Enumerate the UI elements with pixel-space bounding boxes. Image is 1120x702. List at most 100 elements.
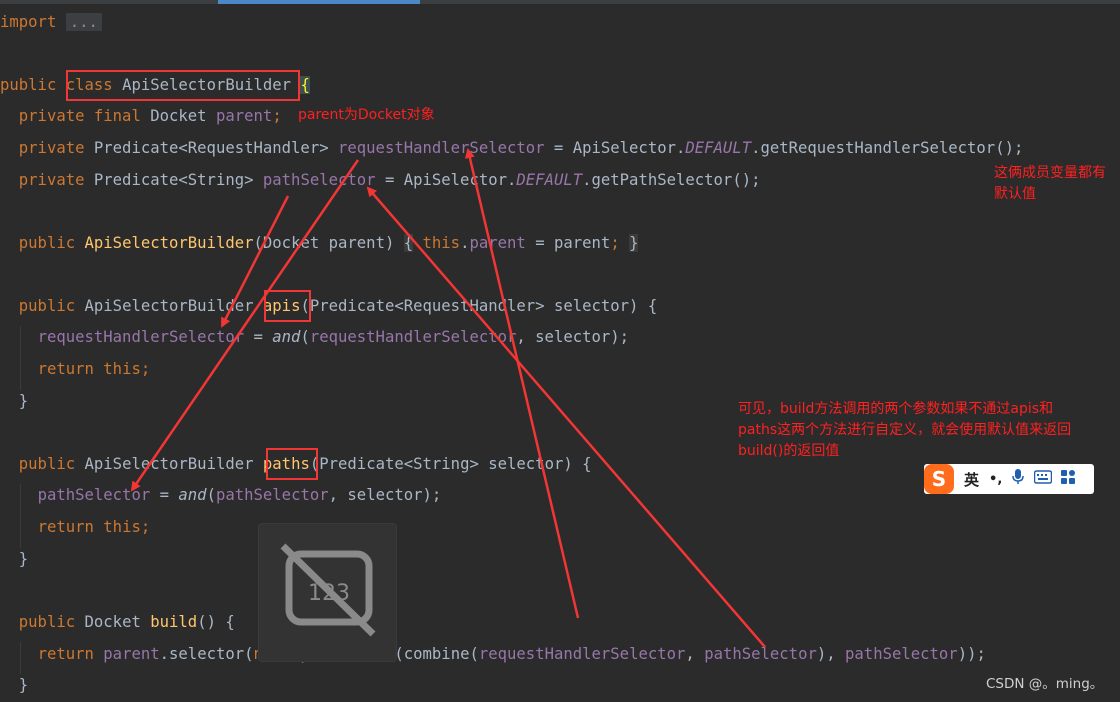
code-text: (Docket parent) [253, 234, 404, 252]
note-line: 默认值 [994, 186, 1036, 202]
code-text: .getRequestHandlerSelector(); [751, 139, 1024, 157]
type-name: Docket [150, 107, 207, 125]
type-name: ApiSelectorBuilder [84, 455, 254, 473]
ime-toolbar[interactable]: S 英 •, [924, 464, 1094, 494]
code-text: ( [300, 328, 310, 346]
brace[interactable]: { [403, 234, 414, 252]
keyword: import [0, 13, 57, 31]
code-line-import: import ... [0, 11, 102, 33]
code-text: = [150, 486, 179, 504]
keyword: return [37, 518, 94, 536]
method-name: build [150, 613, 198, 631]
code-line-apis-body: requestHandlerSelector = and(requestHand… [0, 326, 630, 348]
brace: } [18, 676, 29, 694]
semicolon: ; [610, 234, 620, 252]
code-text: = ApiSelector. [375, 171, 517, 189]
code-text: = [244, 328, 273, 346]
ime-language-toggle[interactable]: 英 [964, 469, 979, 490]
code-text: , [685, 645, 705, 663]
code-line-parent-field: private final Docket parent; [0, 105, 282, 127]
code-text: .selector( [159, 645, 254, 663]
keyword: return [37, 360, 94, 378]
code-line-apis-close: } [0, 390, 28, 412]
keyword: private [18, 139, 85, 157]
numpad-off-overlay: 123 [258, 523, 397, 662]
field-name: parent [469, 234, 526, 252]
code-line-constructor: public ApiSelectorBuilder(Docket parent)… [0, 232, 639, 254]
code-text: () { [197, 613, 235, 631]
arrow-to-request-handler-selector [464, 148, 580, 619]
code-line-request-handler-field: private Predicate<RequestHandler> reques… [0, 137, 1024, 159]
code-line-build-return: return parent.selector(new ApiSelector(c… [0, 643, 986, 665]
note-line: build()的返回值 [738, 443, 840, 459]
keyword: public [0, 76, 57, 94]
field-name: requestHandlerSelector [478, 645, 686, 663]
annotation-box-class-name [66, 70, 300, 101]
code-text: (Predicate<String> selector) { [309, 455, 592, 473]
field-name: pathSelector [845, 645, 958, 663]
keyword: final [93, 107, 141, 125]
code-line-path-field: private Predicate<String> pathSelector =… [0, 169, 761, 191]
note-line: 这俩成员变量都有 [994, 165, 1106, 181]
field-name: pathSelector [37, 486, 151, 504]
constant: DEFAULT [685, 139, 752, 157]
code-text: = ApiSelector. [544, 139, 686, 157]
field-name: pathSelector [215, 486, 329, 504]
arrow-to-paths-body [130, 159, 360, 492]
code-line-paths-return: return this; [0, 516, 151, 538]
keyword: public [18, 613, 76, 631]
keyword: this [422, 234, 461, 252]
note-line: 可见，build方法调用的两个参数如果不通过apis和 [738, 401, 1054, 417]
type-name: Predicate<String> [93, 171, 254, 189]
field-name: pathSelector [262, 171, 376, 189]
field-name: requestHandlerSelector [37, 328, 245, 346]
active-tab-indicator[interactable] [218, 0, 420, 4]
brace: { [300, 76, 310, 94]
editor-tab-bar [0, 0, 1120, 4]
type-name: Docket [84, 613, 141, 631]
code-line-paths-body: pathSelector = and(pathSelector, selecto… [0, 484, 442, 506]
type-name: Predicate<RequestHandler> [93, 139, 329, 157]
keyword: private [18, 171, 85, 189]
semicolon: ; [272, 107, 282, 125]
code-line-paths-close: } [0, 548, 28, 570]
grid-icon[interactable] [1060, 469, 1076, 489]
semicolon: ; [140, 518, 151, 536]
method-call: and [178, 486, 207, 504]
field-name: parent [215, 107, 273, 125]
code-text: )); [957, 645, 986, 663]
code-line-apis-return: return this; [0, 358, 151, 380]
mic-icon[interactable] [1012, 469, 1025, 489]
type-name: ApiSelectorBuilder [84, 297, 254, 315]
note-defaults: 这俩成员变量都有 默认值 [994, 163, 1106, 205]
code-line-build-method: public Docket build() { [0, 611, 235, 633]
keyword: this [103, 518, 141, 536]
watermark: CSDN @。ming。 [986, 676, 1104, 692]
code-text: = parent [525, 234, 611, 252]
field-name: pathSelector [704, 645, 817, 663]
annotation-box-apis [264, 290, 311, 322]
no-numpad-icon: 123 [280, 543, 376, 637]
note-line: paths这两个方法进行自定义，就会使用默认值来返回 [738, 422, 1072, 438]
semicolon: ; [140, 360, 151, 378]
keyword: private [18, 107, 85, 125]
keyword: public [18, 455, 76, 473]
brace: } [18, 550, 29, 568]
constant: DEFAULT [516, 171, 583, 189]
ime-punctuation-toggle[interactable]: •, [989, 472, 1002, 487]
code-text: , selector); [516, 328, 630, 346]
field-name: requestHandlerSelector [338, 139, 545, 157]
folded-imports[interactable]: ... [65, 13, 102, 31]
keyboard-icon[interactable] [1034, 470, 1053, 488]
arrow-to-path-selector [366, 186, 766, 648]
keyword: public [18, 234, 76, 252]
code-line-build-close: } [0, 674, 28, 696]
sogou-logo-icon[interactable]: S [924, 464, 954, 494]
code-text: ( [206, 486, 216, 504]
keyword: return [37, 645, 94, 663]
code-text: .getPathSelector(); [582, 171, 761, 189]
brace[interactable]: } [629, 234, 639, 252]
keyword: public [18, 297, 76, 315]
code-text: (Predicate<RequestHandler> selector) { [300, 297, 658, 315]
method-call: and [272, 328, 301, 346]
